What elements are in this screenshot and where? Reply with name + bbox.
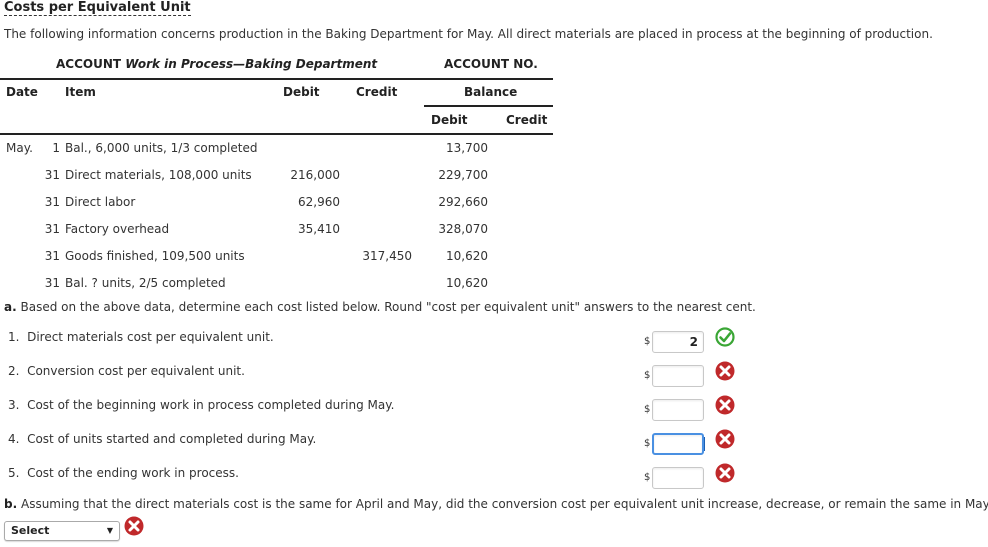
row-balance-debit: 328,070 [438, 222, 488, 236]
balance-rule [424, 105, 553, 107]
answer-input-1[interactable] [652, 331, 704, 353]
account-number-label: ACCOUNT NO. [444, 57, 538, 71]
row-debit: 35,410 [298, 222, 340, 236]
row-balance-debit: 10,620 [446, 249, 488, 263]
col-credit: Credit [356, 85, 398, 99]
col-balance: Balance [464, 85, 518, 99]
row-item: Direct labor [65, 195, 136, 209]
account-name: Work in Process—Baking Department [125, 57, 378, 71]
row-balance-debit: 13,700 [446, 141, 488, 155]
row-balance-debit: 292,660 [438, 195, 488, 209]
part-b-text: Assuming that the direct materials cost … [20, 497, 988, 511]
row-item: Bal. ? units, 2/5 completed [65, 276, 226, 290]
text-caret [704, 437, 705, 451]
currency-symbol: $ [644, 370, 651, 381]
row-day: 31 [44, 195, 60, 209]
col-debit: Debit [283, 85, 320, 99]
part-a-label: a. [4, 300, 17, 314]
row-credit: 317,450 [362, 249, 412, 263]
account-title: ACCOUNT Work in Process—Baking Departmen… [56, 57, 377, 71]
currency-symbol: $ [644, 404, 651, 415]
dropdown-arrow-icon: ▼ [106, 526, 113, 535]
row-debit: 62,960 [298, 195, 340, 209]
part-a-text: Based on the above data, determine each … [20, 300, 756, 314]
currency-symbol: $ [644, 336, 651, 347]
row-day: 31 [44, 168, 60, 182]
row-debit: 216,000 [290, 168, 340, 182]
question-text: 2. Conversion cost per equivalent unit. [8, 364, 245, 378]
incorrect-x-icon [124, 516, 144, 536]
row-day: 1 [52, 141, 60, 155]
answer-input-3[interactable] [652, 399, 704, 421]
question-text: 3. Cost of the beginning work in process… [8, 398, 395, 412]
header-rule-top [0, 78, 553, 80]
row-balance-debit: 229,700 [438, 168, 488, 182]
select-value: Select [11, 524, 50, 537]
currency-symbol: $ [644, 438, 651, 449]
col-item: Item [65, 85, 96, 99]
header-rule-bottom [0, 133, 553, 135]
account-prefix: ACCOUNT [56, 57, 122, 71]
col-date: Date [6, 85, 38, 99]
part-a-instruction: a. Based on the above data, determine ea… [4, 300, 756, 314]
answer-input-2[interactable] [652, 365, 704, 387]
currency-symbol: $ [644, 472, 651, 483]
answer-select[interactable]: Select ▼ [4, 521, 120, 541]
incorrect-x-icon [715, 361, 735, 381]
col-balance-debit: Debit [431, 113, 468, 127]
incorrect-x-icon [715, 395, 735, 415]
answer-input-5[interactable] [652, 467, 704, 489]
row-day: 31 [44, 249, 60, 263]
row-day: 31 [44, 276, 60, 290]
col-balance-credit: Credit [506, 113, 548, 127]
question-text: 4. Cost of units started and completed d… [8, 432, 317, 446]
row-day: 31 [44, 222, 60, 236]
row-item: Bal., 6,000 units, 1/3 completed [65, 141, 258, 155]
row-item: Goods finished, 109,500 units [65, 249, 245, 263]
page-title: Costs per Equivalent Unit [4, 0, 191, 16]
question-text: 5. Cost of the ending work in process. [8, 466, 239, 480]
correct-check-icon [715, 327, 735, 347]
part-b-question: b. Assuming that the direct materials co… [4, 497, 988, 511]
row-item: Direct materials, 108,000 units [65, 168, 252, 182]
answer-input-4[interactable] [652, 433, 704, 455]
intro-text: The following information concerns produ… [4, 27, 933, 41]
row-item: Factory overhead [65, 222, 170, 236]
row-balance-debit: 10,620 [446, 276, 488, 290]
incorrect-x-icon [715, 429, 735, 449]
row-month: May. [6, 141, 33, 155]
question-text: 1. Direct materials cost per equivalent … [8, 330, 274, 344]
incorrect-x-icon [715, 463, 735, 483]
part-b-label: b. [4, 497, 18, 511]
